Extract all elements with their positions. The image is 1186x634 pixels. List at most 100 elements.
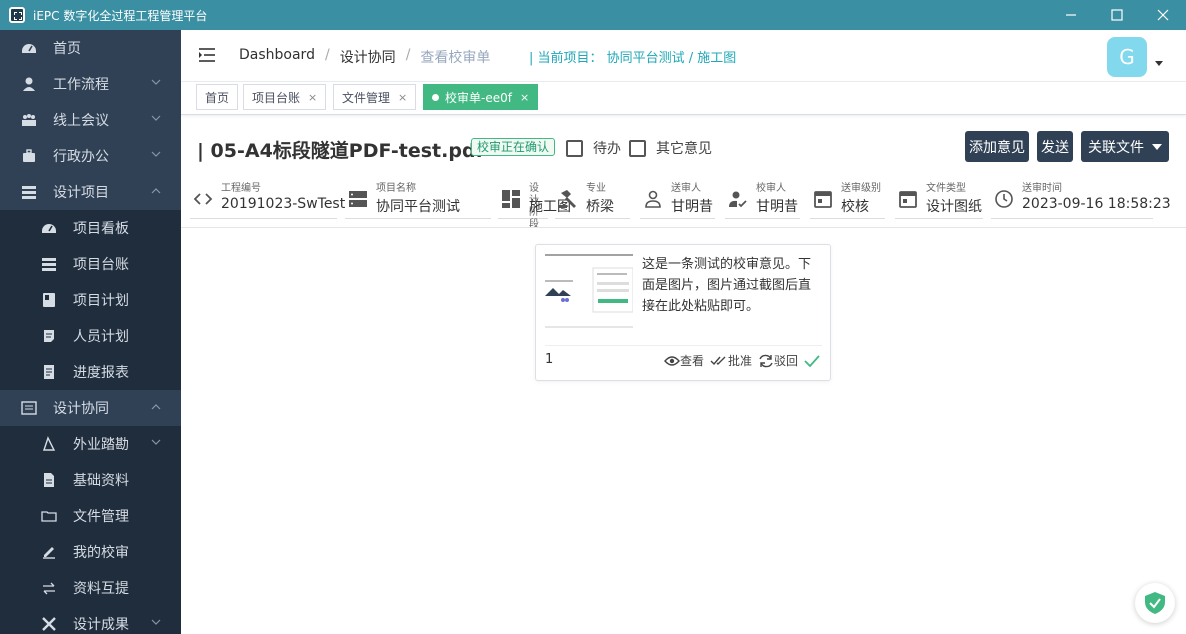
view-action[interactable]: 查看 <box>664 352 704 369</box>
breadcrumb-separator: / <box>324 47 330 63</box>
sidebar-item-staff-plan[interactable]: 人员计划 <box>0 318 181 354</box>
sidebar-item-progress-report[interactable]: 进度报表 <box>0 354 181 390</box>
calendar-icon <box>814 191 832 208</box>
meeting-icon <box>21 112 37 128</box>
window-title: iEPC 数字化全过程工程管理平台 <box>33 8 208 23</box>
tag-review-sheet[interactable]: 校审单-ee0f × <box>423 84 539 110</box>
close-icon[interactable]: × <box>308 91 317 104</box>
tag-label: 首页 <box>205 90 230 105</box>
todo-checkbox[interactable]: 待办 <box>566 138 621 158</box>
chevron-down-icon <box>151 151 161 157</box>
dashboard-grid-icon <box>502 190 520 208</box>
user-icon <box>21 76 37 92</box>
field-review-level: 送审级别 校核 <box>810 182 885 219</box>
screenshot-thumbnail[interactable] <box>545 254 633 328</box>
sidebar-item-meeting[interactable]: 线上会议 <box>0 102 181 138</box>
sidebar-item-workflow[interactable]: 工作流程 <box>0 66 181 102</box>
button-label: 关联文件 <box>1088 139 1144 156</box>
app-logo-icon <box>9 7 25 23</box>
sidebar-item-label: 文件管理 <box>73 509 129 525</box>
chevron-up-icon <box>151 188 161 194</box>
book-icon <box>41 292 57 308</box>
action-label: 查看 <box>680 354 705 368</box>
opinion-card: 这是一条测试的校审意见。下面是图片，图片通过截图后直接在此处粘贴即可。 1 查看… <box>535 244 831 381</box>
breadcrumb-dashboard[interactable]: Dashboard <box>239 47 315 67</box>
sidebar-item-file-management[interactable]: 文件管理 <box>0 498 181 534</box>
maximize-button[interactable] <box>1094 0 1140 30</box>
sidebar-item-label: 项目看板 <box>73 221 129 237</box>
chevron-down-icon <box>151 79 161 85</box>
checkbox-box[interactable] <box>566 139 583 157</box>
avatar[interactable]: G <box>1107 37 1147 77</box>
breadcrumb-design-collab[interactable]: 设计协同 <box>340 47 396 67</box>
other-opinion-checkbox[interactable]: 其它意见 <box>629 138 712 158</box>
sidebar-item-project-ledger[interactable]: 项目台账 <box>0 246 181 282</box>
field-value: 2023-09-16 18:58:23 <box>1022 196 1171 212</box>
checkbox-label: 其它意见 <box>656 141 712 157</box>
tag-file-management[interactable]: 文件管理 × <box>333 84 417 110</box>
security-shield-icon[interactable] <box>1135 583 1175 623</box>
field-submit-time: 送审时间 2023-09-16 18:58:23 <box>991 182 1171 219</box>
confirm-check[interactable] <box>804 354 820 367</box>
field-label: 送审人 <box>671 183 701 194</box>
sidebar-item-label: 资料互提 <box>73 581 129 597</box>
clock-icon <box>995 190 1013 208</box>
caret-down-icon[interactable] <box>1155 61 1163 66</box>
top-navbar: Dashboard / 设计协同 / 查看校审单 | 当前项目： 协同平台测试 … <box>181 30 1186 82</box>
checkbox-box[interactable] <box>629 139 646 157</box>
window-titlebar: iEPC 数字化全过程工程管理平台 <box>0 0 1186 30</box>
sidebar-item-project-plan[interactable]: 项目计划 <box>0 282 181 318</box>
field-value: 桥梁 <box>586 199 614 215</box>
send-button[interactable]: 发送 <box>1037 131 1073 162</box>
survey-icon <box>41 436 57 452</box>
tag-label: 校审单-ee0f <box>445 90 512 105</box>
field-value: 甘明昔 <box>671 199 713 215</box>
close-icon[interactable]: × <box>520 91 529 104</box>
close-icon[interactable]: × <box>398 91 407 104</box>
tag-home[interactable]: 首页 <box>196 84 239 110</box>
close-button[interactable] <box>1140 0 1186 30</box>
page-title: | 05-A4标段隧道PDF-test.pdf <box>197 140 484 162</box>
add-opinion-button[interactable]: 添加意见 <box>965 131 1029 162</box>
related-files-button[interactable]: 关联文件 <box>1081 131 1169 162</box>
sidebar-item-office[interactable]: 行政办公 <box>0 138 181 174</box>
report-icon <box>41 364 57 380</box>
eye-icon <box>664 355 680 366</box>
collab-icon <box>21 400 37 416</box>
sidebar-item-design-collab[interactable]: 设计协同 <box>0 390 181 426</box>
field-value: 协同平台测试 <box>376 199 460 215</box>
briefcase-icon <box>21 148 37 164</box>
sign-icon <box>41 544 57 560</box>
refresh-icon <box>759 354 773 367</box>
field-project-name: 项目名称 协同平台测试 <box>345 182 491 219</box>
person-icon <box>645 190 661 208</box>
field-label: 送审级别 <box>841 183 881 194</box>
sidebar-item-base-data[interactable]: 基础资料 <box>0 462 181 498</box>
sidebar-item-label: 基础资料 <box>73 473 129 489</box>
sidebar-item-data-exchange[interactable]: 资料互提 <box>0 570 181 606</box>
sidebar-item-home[interactable]: 首页 <box>0 30 181 66</box>
field-label: 工程编号 <box>221 183 261 194</box>
minimize-button[interactable] <box>1048 0 1094 30</box>
server-icon <box>349 191 367 207</box>
approve-action[interactable]: 批准 <box>710 352 752 369</box>
sidebar-item-design-results[interactable]: 设计成果 <box>0 606 181 634</box>
tag-project-ledger[interactable]: 项目台账 × <box>243 84 327 110</box>
sidebar-item-project-board[interactable]: 项目看板 <box>0 210 181 246</box>
double-check-icon <box>710 356 726 365</box>
list-icon <box>21 184 37 200</box>
code-icon <box>193 193 213 205</box>
sidebar-item-label: 设计协同 <box>53 401 109 417</box>
opinion-text: 这是一条测试的校审意见。下面是图片，图片通过截图后直接在此处粘贴即可。 <box>642 257 812 314</box>
sidebar-item-design-project[interactable]: 设计项目 <box>0 174 181 210</box>
reject-action[interactable]: 驳回 <box>758 352 798 369</box>
menu-fold-icon[interactable] <box>198 47 216 63</box>
sidebar-item-label: 线上会议 <box>53 113 109 129</box>
sidebar-item-field-survey[interactable]: 外业踏勘 <box>0 426 181 462</box>
sidebar-item-my-review[interactable]: 我的校审 <box>0 534 181 570</box>
current-project-label: | 当前项目： 协同平台测试 / 施工图 <box>529 51 737 66</box>
field-project-code: 工程编号 20191023-SwTest <box>190 182 345 219</box>
sidebar-item-label: 项目台账 <box>73 257 129 273</box>
field-value: 甘明昔 <box>756 199 798 215</box>
field-value: 设计图纸 <box>926 199 982 215</box>
